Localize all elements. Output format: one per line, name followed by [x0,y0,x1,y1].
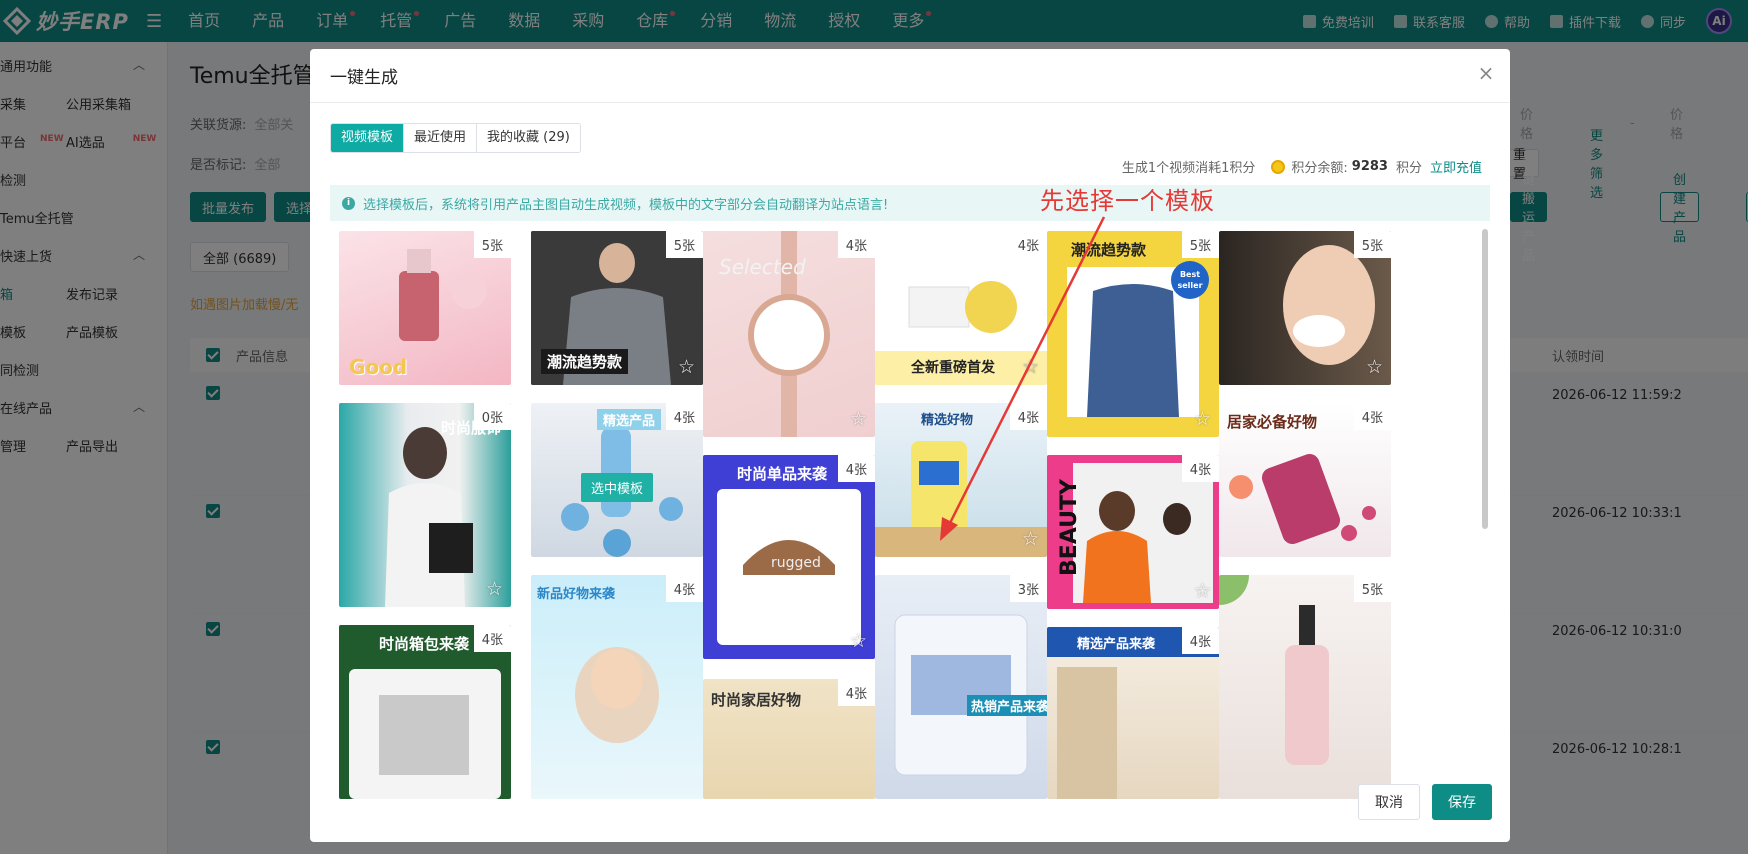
modal-footer: 取消 保存 [1358,784,1492,820]
save-button[interactable]: 保存 [1432,784,1492,820]
cancel-button[interactable]: 取消 [1358,784,1420,820]
annotation-arrow [940,216,1106,541]
generate-modal: 一键生成 × 视频模板 最近使用 我的收藏 (29) 生成1个视频消耗1积分 积… [310,49,1510,842]
